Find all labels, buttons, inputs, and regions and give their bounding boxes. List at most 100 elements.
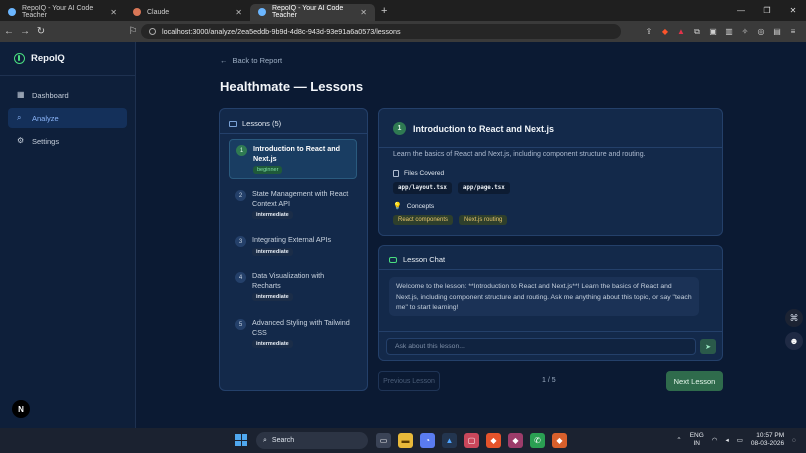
file-explorer-icon[interactable]: ▬ [398, 433, 413, 448]
grid-widget-icon[interactable]: ⌘ [785, 309, 803, 327]
terminal-icon[interactable]: ▢ [464, 433, 479, 448]
sidebar-toggle-icon[interactable]: ▥ [722, 27, 736, 36]
window-controls: — ❐ ✕ [728, 0, 806, 21]
close-tab-icon[interactable]: ✕ [110, 8, 117, 17]
back-icon[interactable]: ← [2, 26, 16, 37]
address-bar[interactable]: localhost:3000/analyze/2ea5eddb-9b9d-4d8… [141, 24, 621, 39]
lesson-item[interactable]: 3 Integrating External APIs intermediate [229, 231, 357, 260]
lesson-heading-title: Introduction to React and Next.js [413, 123, 555, 134]
whatsapp-icon[interactable]: ✆ [530, 433, 545, 448]
tab-title: Claude [147, 8, 170, 16]
assistant-widget-icon[interactable]: ☻ [785, 332, 803, 350]
chat-bubble-icon [389, 256, 397, 263]
chat-title: Lesson Chat [403, 255, 446, 264]
search-label: Search [271, 437, 295, 444]
browser-tab[interactable]: RepoIQ - Your AI Code Teacher ✕ [0, 4, 125, 21]
lesson-description: Learn the basics of React and Next.js, i… [393, 151, 646, 158]
close-window-icon[interactable]: ✕ [780, 6, 806, 15]
brand-name: RepoIQ [31, 53, 65, 64]
lesson-item[interactable]: 1 Introduction to React and Next.js begi… [229, 139, 357, 179]
close-tab-icon[interactable]: ✕ [360, 8, 367, 17]
divider [220, 133, 367, 134]
browser-tab[interactable]: Claude ✕ [125, 4, 250, 21]
repoiq-favicon-icon [8, 8, 16, 16]
lesson-title: Advanced Styling with Tailwind CSS [252, 318, 350, 337]
forward-icon[interactable]: → [18, 26, 32, 37]
browser-toolbar: ← → ↻ ⚐ localhost:3000/analyze/2ea5eddb-… [0, 21, 806, 42]
vpn-icon[interactable]: ◎ [754, 27, 768, 36]
main-content: ← Back to Report Healthmate — Lessons Le… [136, 42, 806, 428]
new-tab-icon[interactable]: + [381, 5, 387, 17]
minimize-icon[interactable]: — [728, 6, 754, 15]
concepts-text: Concepts [406, 202, 435, 210]
brave-shield-icon[interactable]: ◆ [658, 27, 672, 36]
brave-beta-icon[interactable]: ◆ [552, 433, 567, 448]
windows-start-icon[interactable] [235, 434, 247, 446]
screenshot-icon[interactable]: ▣ [706, 27, 720, 36]
file-chip: app/layout.tsx [393, 182, 452, 194]
speaker-icon[interactable]: ◂ [725, 436, 728, 444]
sidebar-item-settings[interactable]: ⚙ Settings [8, 131, 127, 151]
assistant-message: Welcome to the lesson: **Introduction to… [389, 277, 699, 316]
sidebar-item-label: Settings [32, 136, 60, 146]
close-tab-icon[interactable]: ✕ [235, 8, 242, 17]
arrow-left-icon: ← [220, 56, 228, 65]
taskbar-apps: ▭ ▬ ◔ ▲ ▢ ◆ ◆ ✆ ◆ [376, 433, 567, 448]
chat-input[interactable]: Ask about this lesson... [386, 338, 696, 355]
taskbar-search[interactable]: ⌕ Search [256, 432, 368, 449]
files-covered-text: Files Covered [404, 170, 445, 177]
battery-icon[interactable]: ▭ [737, 436, 743, 444]
notifications-icon[interactable]: ◌ [792, 437, 796, 444]
clock[interactable]: 10:57 PM 08-03-2026 [751, 432, 784, 448]
divider [379, 331, 722, 332]
lesson-number: 1 [236, 145, 247, 156]
brave-nightly-icon[interactable]: ◆ [508, 433, 523, 448]
lesson-item[interactable]: 2 State Management with React Context AP… [229, 185, 357, 223]
brave-rewards-icon[interactable]: ▲ [674, 27, 688, 36]
share-icon[interactable]: ⇪ [642, 27, 656, 36]
book-icon [229, 120, 237, 127]
extensions-icon[interactable]: ⧉ [690, 27, 704, 37]
back-to-report-link[interactable]: ← Back to Report [220, 56, 282, 65]
claude-favicon-icon [133, 8, 141, 16]
lesson-number: 4 [235, 272, 246, 283]
lesson-number: 5 [235, 319, 246, 330]
task-view-icon[interactable]: ▭ [376, 433, 391, 448]
ai-leo-icon[interactable]: ✧ [738, 27, 752, 36]
previous-lesson-button[interactable]: Previous Lesson [378, 371, 440, 391]
nextjs-dev-badge[interactable]: N [12, 400, 30, 418]
wifi-icon[interactable]: ◠ [712, 436, 718, 444]
gear-icon: ⚙ [17, 136, 25, 145]
menu-icon[interactable]: ≡ [786, 27, 800, 36]
lesson-item[interactable]: 4 Data Visualization with Recharts inter… [229, 267, 357, 305]
concept-chip: React components [393, 215, 454, 225]
sidebar-item-dashboard[interactable]: ▦ Dashboard [8, 85, 127, 105]
brand[interactable]: RepoIQ [14, 53, 65, 64]
sidebar-item-analyze[interactable]: ⌕ Analyze [8, 108, 127, 128]
reload-icon[interactable]: ↻ [34, 26, 48, 37]
next-lesson-button[interactable]: Next Lesson [666, 371, 723, 391]
bookmark-icon[interactable]: ⚐ [126, 26, 140, 37]
level-badge: intermediate [252, 247, 293, 256]
lesson-details-card: 1 Introduction to React and Next.js Lear… [378, 108, 723, 236]
chevron-up-icon[interactable]: ⌃ [676, 436, 681, 444]
divider [0, 75, 135, 76]
language-indicator[interactable]: ENG IN [690, 432, 704, 448]
send-button[interactable]: ➤ [700, 339, 716, 354]
lang-line: IN [693, 440, 700, 447]
tab-title: RepoIQ - Your AI Code Teacher [272, 5, 344, 19]
copilot-icon[interactable]: ◔ [420, 433, 435, 448]
level-badge: intermediate [252, 340, 293, 348]
site-info-icon[interactable] [149, 28, 156, 35]
search-icon: ⌕ [263, 436, 267, 444]
lessons-header: Lessons (5) [229, 119, 281, 128]
wallet-icon[interactable]: ▤ [770, 27, 784, 36]
lessons-header-label: Lessons (5) [242, 119, 282, 128]
restore-icon[interactable]: ❐ [754, 6, 780, 15]
vscode-icon[interactable]: ▲ [442, 433, 457, 448]
brave-icon[interactable]: ◆ [486, 433, 501, 448]
browser-tab-active[interactable]: RepoIQ - Your AI Code Teacher ✕ [250, 3, 375, 21]
sidebar: RepoIQ ▦ Dashboard ⌕ Analyze ⚙ Settings … [0, 42, 136, 428]
level-badge: beginner [253, 166, 283, 174]
lesson-item[interactable]: 5 Advanced Styling with Tailwind CSS int… [229, 314, 357, 352]
